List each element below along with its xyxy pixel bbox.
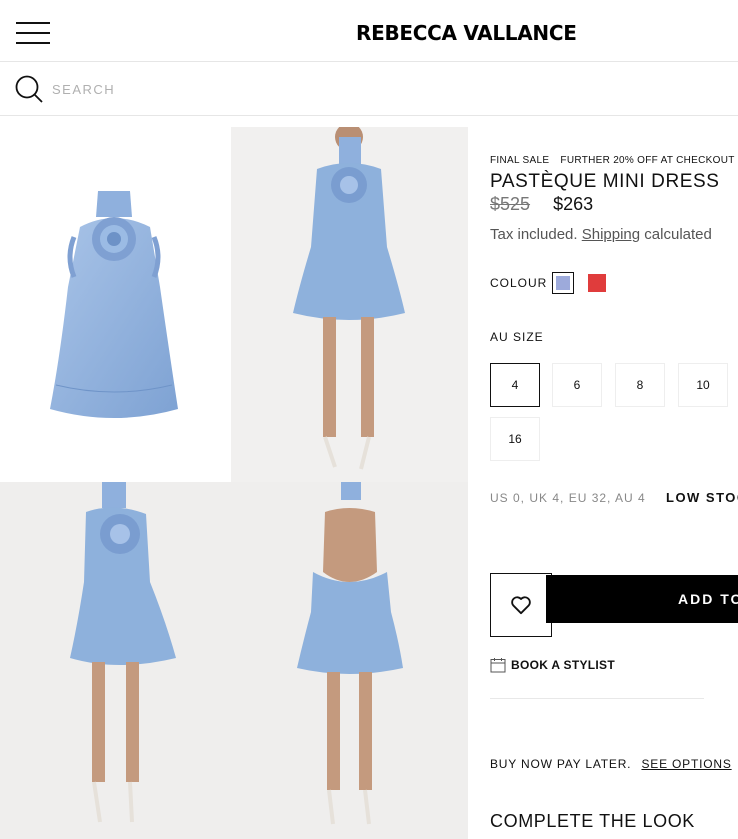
size-option-8[interactable]: 8: [615, 363, 665, 407]
product-image-model-back[interactable]: [231, 482, 468, 839]
bnpl-text: BUY NOW PAY LATER.: [490, 757, 632, 771]
product-image-model-front[interactable]: [231, 127, 468, 482]
size-conversion: US 0, UK 4, EU 32, AU 4: [490, 491, 646, 505]
size-label: AU SIZE: [490, 330, 544, 344]
tax-suffix: calculated: [644, 226, 712, 243]
bnpl-note: BUY NOW PAY LATER. SEE OPTIONS: [490, 757, 732, 771]
size-option-10[interactable]: 10: [678, 363, 728, 407]
book-stylist-label: BOOK A STYLIST: [511, 658, 615, 672]
final-sale-tag: FINAL SALE: [490, 155, 550, 166]
add-to-bag-button[interactable]: ADD TO BAG: [546, 575, 738, 623]
book-stylist-link[interactable]: BOOK A STYLIST: [490, 657, 615, 673]
complete-the-look-heading: COMPLETE THE LOOK: [490, 811, 695, 831]
price: $525 $263: [490, 194, 593, 215]
shipping-link[interactable]: Shipping: [582, 226, 640, 243]
tax-note: Tax included. Shipping calculated: [490, 226, 712, 243]
brand-logo[interactable]: REBECCA VALLANCE: [356, 21, 577, 45]
heart-icon: [511, 596, 531, 615]
price-original: $525: [490, 194, 531, 214]
size-option-6[interactable]: 6: [552, 363, 602, 407]
divider: [490, 698, 704, 699]
search-input[interactable]: [52, 78, 452, 100]
product-title: PASTÈQUE MINI DRESS: [490, 171, 720, 192]
wishlist-button[interactable]: [490, 573, 552, 637]
product-image-model-side[interactable]: [0, 482, 231, 839]
tax-text: Tax included.: [490, 226, 578, 243]
calendar-icon: [490, 658, 506, 673]
product-image-flat-lay[interactable]: [0, 127, 231, 482]
promo-tags: FINAL SALE FURTHER 20% OFF AT CHECKOUT: [490, 155, 738, 166]
price-sale: $263: [553, 194, 594, 214]
colour-swatch-blue[interactable]: [552, 272, 574, 294]
search-bar: [0, 62, 738, 116]
colour-swatch-red[interactable]: [586, 272, 608, 294]
product-gallery: [0, 127, 468, 839]
further-discount-tag: FURTHER 20% OFF AT CHECKOUT: [560, 155, 735, 166]
see-options-link[interactable]: SEE OPTIONS: [641, 757, 731, 771]
stock-status: LOW STOCK: [666, 490, 738, 505]
size-option-4[interactable]: 4: [490, 363, 540, 407]
product-details: FINAL SALE FURTHER 20% OFF AT CHECKOUT P…: [490, 127, 738, 839]
site-header: REBECCA VALLANCE: [0, 0, 738, 62]
hamburger-menu-icon[interactable]: [16, 22, 50, 46]
search-icon[interactable]: [14, 74, 44, 104]
size-option-16[interactable]: 16: [490, 417, 540, 461]
colour-label: COLOUR: [490, 276, 548, 290]
